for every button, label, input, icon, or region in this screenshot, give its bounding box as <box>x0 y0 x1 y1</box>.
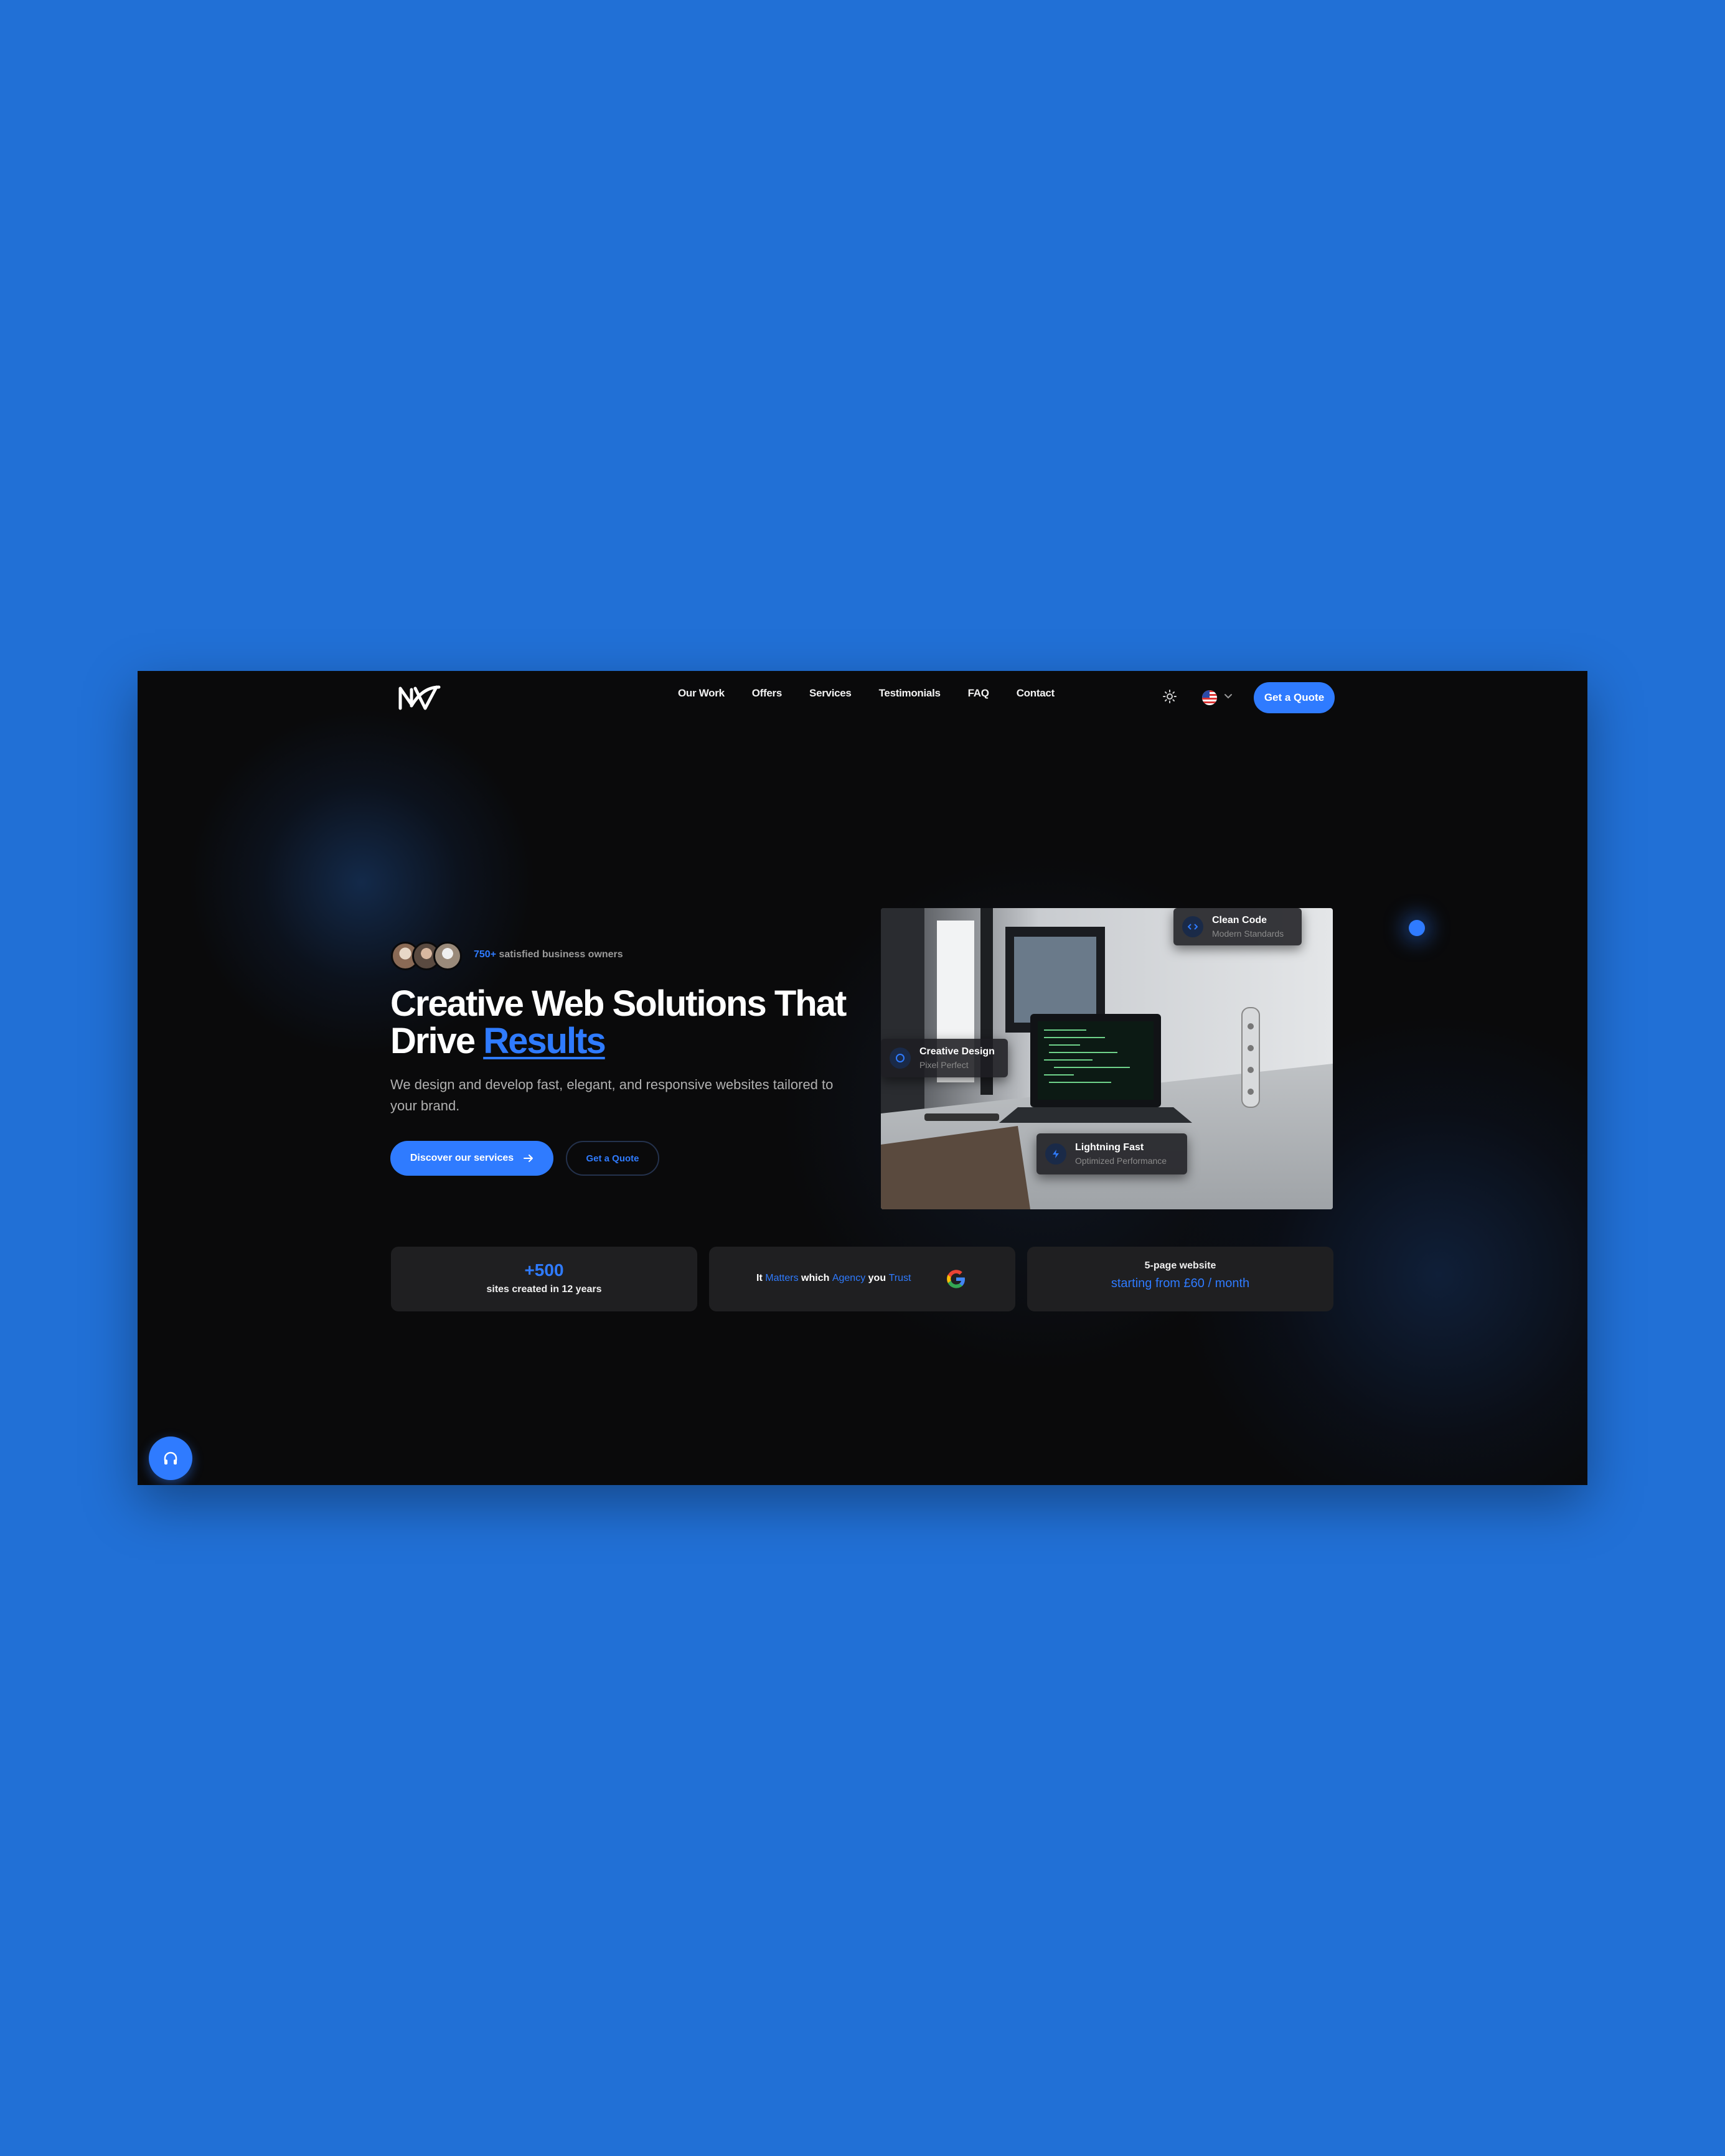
trust-word: It <box>756 1273 763 1283</box>
sun-icon[interactable] <box>1163 690 1177 703</box>
navbar: Our Work Offers Services Testimonials FA… <box>138 671 1587 724</box>
trust-word: Matters <box>765 1273 799 1283</box>
social-text: satisfied business owners <box>499 949 623 960</box>
palette-icon <box>890 1048 911 1069</box>
stat-card-pricing: 5-page website starting from £60 / month <box>1027 1247 1333 1311</box>
pricing-title: 5-page website <box>1144 1260 1216 1271</box>
social-count: 750+ <box>474 949 497 960</box>
hero-headline: Creative Web Solutions That Drive Result… <box>390 985 863 1060</box>
hero-subtext: We design and develop fast, elegant, and… <box>390 1077 834 1113</box>
stat-card-trust: It Matters which Agency you Trust <box>709 1247 1015 1311</box>
nav-menu: Our Work Offers Services Testimonials FA… <box>678 687 1055 700</box>
discover-services-label: Discover our services <box>410 1153 514 1163</box>
avatar <box>433 942 462 970</box>
support-button[interactable] <box>149 1437 192 1480</box>
code-icon <box>1182 916 1203 937</box>
headphones-icon <box>164 1451 177 1465</box>
badge-title: Clean Code <box>1212 915 1267 926</box>
get-quote-outline-button[interactable]: Get a Quote <box>566 1141 659 1176</box>
badge-creative-design: Creative Design Pixel Perfect <box>881 1039 1008 1077</box>
pricing-value: starting from £60 / month <box>1111 1277 1250 1290</box>
trust-word: you <box>868 1273 886 1283</box>
nav-link-faq[interactable]: FAQ <box>968 687 989 700</box>
nav-link-offers[interactable]: Offers <box>752 687 783 700</box>
badge-title: Lightning Fast <box>1075 1142 1144 1153</box>
trust-word: Agency <box>832 1273 866 1283</box>
trust-word: which <box>801 1273 830 1283</box>
badge-subtitle: Modern Standards <box>1212 929 1284 939</box>
website-frame: Our Work Offers Services Testimonials FA… <box>138 671 1587 1485</box>
lightning-icon <box>1045 1143 1066 1165</box>
social-proof: 750+ satisfied business owners <box>474 949 623 960</box>
badge-subtitle: Pixel Perfect <box>919 1060 969 1070</box>
hero-image: Clean Code Modern Standards Creative Des… <box>881 908 1333 1209</box>
chevron-down-icon[interactable] <box>1223 691 1233 701</box>
badge-subtitle: Optimized Performance <box>1075 1156 1167 1166</box>
badge-clean-code: Clean Code Modern Standards <box>1173 908 1302 945</box>
us-flag-icon[interactable] <box>1202 690 1217 705</box>
trust-text: It Matters which Agency you Trust <box>756 1273 911 1284</box>
nav-link-contact[interactable]: Contact <box>1017 687 1055 700</box>
customer-avatars <box>391 942 462 970</box>
badge-title: Creative Design <box>919 1046 995 1057</box>
arrow-right-icon <box>524 1155 533 1162</box>
get-quote-button[interactable]: Get a Quote <box>1254 682 1335 713</box>
badge-lightning-fast: Lightning Fast Optimized Performance <box>1036 1133 1187 1174</box>
decorative-dot <box>1409 920 1425 936</box>
headline-main: Creative Web Solutions That Drive <box>390 983 847 1061</box>
trust-word: Trust <box>888 1273 911 1283</box>
stat-label: sites created in 12 years <box>486 1284 602 1295</box>
stat-card-sites: +500 sites created in 12 years <box>391 1247 697 1311</box>
google-icon <box>947 1270 965 1288</box>
nav-link-services[interactable]: Services <box>809 687 852 700</box>
nav-link-our-work[interactable]: Our Work <box>678 687 725 700</box>
nav-link-testimonials[interactable]: Testimonials <box>879 687 941 700</box>
headline-accent: Results <box>483 1021 606 1061</box>
discover-services-button[interactable]: Discover our services <box>390 1141 553 1176</box>
stat-value: +500 <box>524 1260 564 1280</box>
logo[interactable] <box>398 683 441 712</box>
